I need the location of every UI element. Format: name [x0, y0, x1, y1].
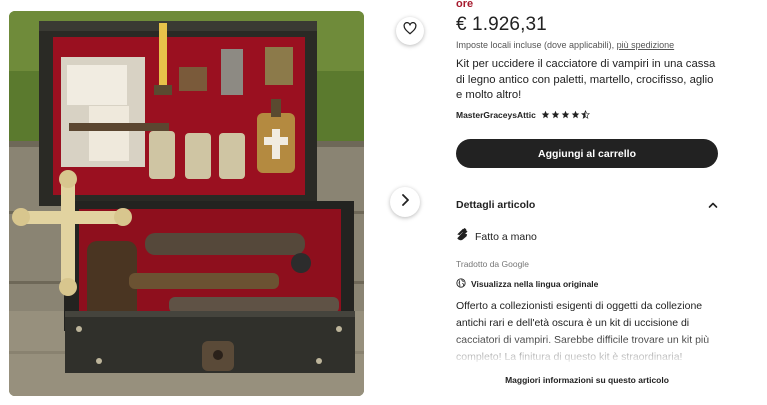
add-to-cart-button[interactable]: Aggiungi al carrello [456, 139, 718, 168]
star-icon [541, 106, 550, 124]
star-icon [551, 106, 560, 124]
next-image-button[interactable] [390, 187, 420, 217]
favorite-button[interactable] [396, 17, 424, 45]
hand-icon [456, 228, 469, 246]
translated-by: Tradotto da Google [456, 259, 529, 269]
more-info-link[interactable]: Maggiori informazioni su questo articolo [456, 375, 718, 385]
seller-tag: ore [456, 0, 474, 10]
shop-row: MasterGraceysAttic [456, 106, 590, 124]
tax-info: Imposte locali incluse (dove applicabili… [456, 40, 674, 50]
view-original-label: Visualizza nella lingua originale [471, 279, 599, 289]
rating-stars [541, 106, 590, 124]
handmade-row: Fatto a mano [456, 228, 537, 246]
tax-text: Imposte locali incluse (dove applicabili… [456, 40, 615, 50]
shipping-link[interactable]: più spedizione [617, 40, 675, 50]
chevron-up-icon [708, 196, 718, 214]
product-title: Kit per uccidere il cacciatore di vampir… [456, 58, 716, 101]
star-icon [561, 106, 570, 124]
description-fade [440, 334, 740, 374]
heart-icon [403, 21, 417, 40]
price: € 1.926,31 [456, 14, 547, 35]
item-details-toggle[interactable]: Dettagli articolo [456, 197, 718, 213]
handmade-label: Fatto a mano [475, 231, 537, 243]
chevron-right-icon [400, 193, 410, 211]
item-details-header: Dettagli articolo [456, 199, 536, 211]
shop-name[interactable]: MasterGraceysAttic [456, 110, 536, 120]
half-star-icon [580, 106, 590, 124]
globe-icon [456, 275, 466, 293]
view-original-language[interactable]: Visualizza nella lingua originale [456, 275, 598, 293]
star-icon [571, 106, 580, 124]
product-image[interactable] [9, 11, 364, 396]
